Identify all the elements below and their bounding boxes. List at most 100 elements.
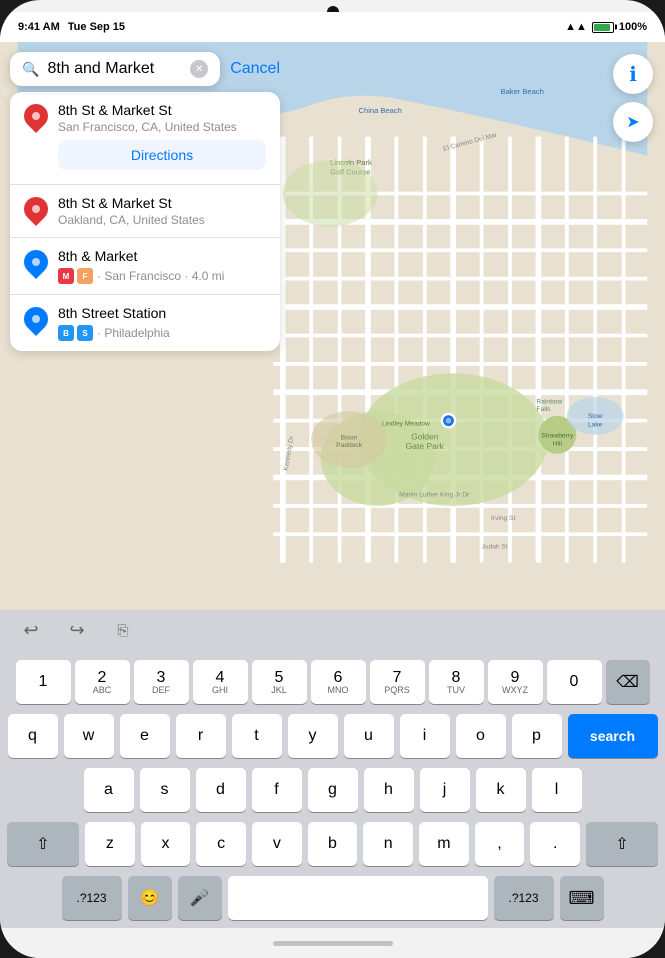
result-text-1: 8th St & Market St San Francisco, CA, Un… [58, 102, 266, 134]
result-title-2: 8th St & Market St [58, 195, 266, 211]
result-row-3: 8th & Market M F · San Francisco · 4.0 m… [24, 248, 266, 284]
key-o[interactable]: o [456, 714, 506, 758]
key-w[interactable]: w [64, 714, 114, 758]
location-icon: ➤ [626, 112, 639, 132]
status-left: 9:41 AM Tue Sep 15 [18, 21, 125, 33]
key-l[interactable]: l [532, 768, 582, 812]
paste-button[interactable]: ⎘ [108, 615, 138, 645]
key-0[interactable]: 0 [547, 660, 602, 704]
key-5[interactable]: 5JKL [252, 660, 307, 704]
key-p[interactable]: p [512, 714, 562, 758]
key-u[interactable]: u [344, 714, 394, 758]
emoji-key[interactable]: 😊 [128, 876, 172, 920]
shift-right-key[interactable]: ⇧ [586, 822, 658, 866]
key-n[interactable]: n [363, 822, 413, 866]
keyboard: 1 2ABC 3DEF 4GHI 5JKL 6MNO 7PQRS 8TUV 9W… [0, 650, 665, 928]
key-g[interactable]: g [308, 768, 358, 812]
keyboard-rows: 1 2ABC 3DEF 4GHI 5JKL 6MNO 7PQRS 8TUV 9W… [4, 656, 661, 924]
key-a[interactable]: a [84, 768, 134, 812]
key-h[interactable]: h [364, 768, 414, 812]
space-key[interactable] [228, 876, 488, 920]
result-pin-3 [19, 245, 53, 279]
key-j[interactable]: j [420, 768, 470, 812]
time-display: 9:41 AM [18, 21, 60, 33]
key-7[interactable]: 7PQRS [370, 660, 425, 704]
key-8[interactable]: 8TUV [429, 660, 484, 704]
pin-inner-2 [32, 205, 40, 213]
delete-key[interactable]: ⌫ [606, 660, 650, 704]
date-display: Tue Sep 15 [68, 21, 125, 33]
num-switch-right-key[interactable]: .?123 [494, 876, 554, 920]
clear-button[interactable]: ✕ [190, 60, 208, 78]
key-3[interactable]: 3DEF [134, 660, 189, 704]
transit-icons-3: M F [58, 268, 93, 284]
key-1[interactable]: 1 [16, 660, 71, 704]
result-title-3: 8th & Market [58, 248, 266, 264]
undo-button[interactable]: ↩ [16, 615, 46, 645]
key-k[interactable]: k [476, 768, 526, 812]
results-list: 8th St & Market St San Francisco, CA, Un… [10, 92, 280, 351]
key-6[interactable]: 6MNO [311, 660, 366, 704]
search-bar[interactable]: 🔍 8th and Market ✕ [10, 52, 220, 86]
key-comma[interactable]: , [475, 822, 525, 866]
svg-text:Lake: Lake [588, 421, 603, 428]
pin-inner-4 [32, 315, 40, 323]
info-button[interactable]: ℹ [613, 54, 653, 94]
location-button[interactable]: ➤ [613, 102, 653, 142]
home-indicator [0, 928, 665, 958]
result-title-4: 8th Street Station [58, 305, 266, 321]
svg-text:Golden: Golden [411, 432, 439, 442]
svg-text:Irving St: Irving St [491, 515, 515, 522]
result-item-4[interactable]: 8th Street Station B S · Philadelphia [10, 295, 280, 351]
search-key[interactable]: search [568, 714, 658, 758]
result-subtitle-2: Oakland, CA, United States [58, 213, 266, 227]
key-m[interactable]: m [419, 822, 469, 866]
pin-inner-1 [32, 112, 40, 120]
key-9[interactable]: 9WXYZ [488, 660, 543, 704]
key-y[interactable]: y [288, 714, 338, 758]
result-item-3[interactable]: 8th & Market M F · San Francisco · 4.0 m… [10, 238, 280, 295]
directions-button[interactable]: Directions [58, 140, 266, 170]
result-subtitle-1: San Francisco, CA, United States [58, 120, 266, 134]
key-q[interactable]: q [8, 714, 58, 758]
home-bar [273, 941, 393, 946]
svg-text:Stow: Stow [588, 413, 603, 420]
keyboard-dismiss-key[interactable]: ⌨ [560, 876, 604, 920]
key-period[interactable]: . [530, 822, 580, 866]
key-r[interactable]: r [176, 714, 226, 758]
row-bottom: .?123 😊 🎤 .?123 ⌨ [7, 876, 658, 920]
transit-badge-blue-2: S [77, 325, 93, 341]
key-4[interactable]: 4GHI [193, 660, 248, 704]
redo-button[interactable]: ↪ [62, 615, 92, 645]
key-e[interactable]: e [120, 714, 170, 758]
cancel-button[interactable]: Cancel [230, 60, 280, 78]
result-subtitle-4: · Philadelphia [97, 326, 170, 340]
key-s[interactable]: s [140, 768, 190, 812]
svg-text:Lindley Meadow: Lindley Meadow [382, 420, 430, 427]
result-item[interactable]: 8th St & Market St San Francisco, CA, Un… [10, 92, 280, 185]
key-c[interactable]: c [196, 822, 246, 866]
battery-fill [594, 24, 610, 31]
key-2[interactable]: 2ABC [75, 660, 130, 704]
search-input[interactable]: 8th and Market [47, 60, 182, 78]
key-x[interactable]: x [141, 822, 191, 866]
result-text-3: 8th & Market M F · San Francisco · 4.0 m… [58, 248, 266, 284]
result-pin-4 [19, 302, 53, 336]
svg-text:Baker Beach: Baker Beach [501, 87, 544, 96]
key-f[interactable]: f [252, 768, 302, 812]
row-zxcv: ⇧ z x c v b n m , . ⇧ [7, 822, 658, 866]
key-i[interactable]: i [400, 714, 450, 758]
key-b[interactable]: b [308, 822, 358, 866]
shift-key[interactable]: ⇧ [7, 822, 79, 866]
key-z[interactable]: z [85, 822, 135, 866]
mic-key[interactable]: 🎤 [178, 876, 222, 920]
key-t[interactable]: t [232, 714, 282, 758]
row-asdf: a s d f g h j k l [7, 768, 658, 812]
num-switch-key[interactable]: .?123 [62, 876, 122, 920]
result-row-1: 8th St & Market St San Francisco, CA, Un… [24, 102, 266, 134]
result-item-2[interactable]: 8th St & Market St Oakland, CA, United S… [10, 185, 280, 238]
svg-text:Strawberry: Strawberry [541, 433, 574, 440]
key-v[interactable]: v [252, 822, 302, 866]
key-d[interactable]: d [196, 768, 246, 812]
info-icon: ℹ [629, 62, 637, 87]
